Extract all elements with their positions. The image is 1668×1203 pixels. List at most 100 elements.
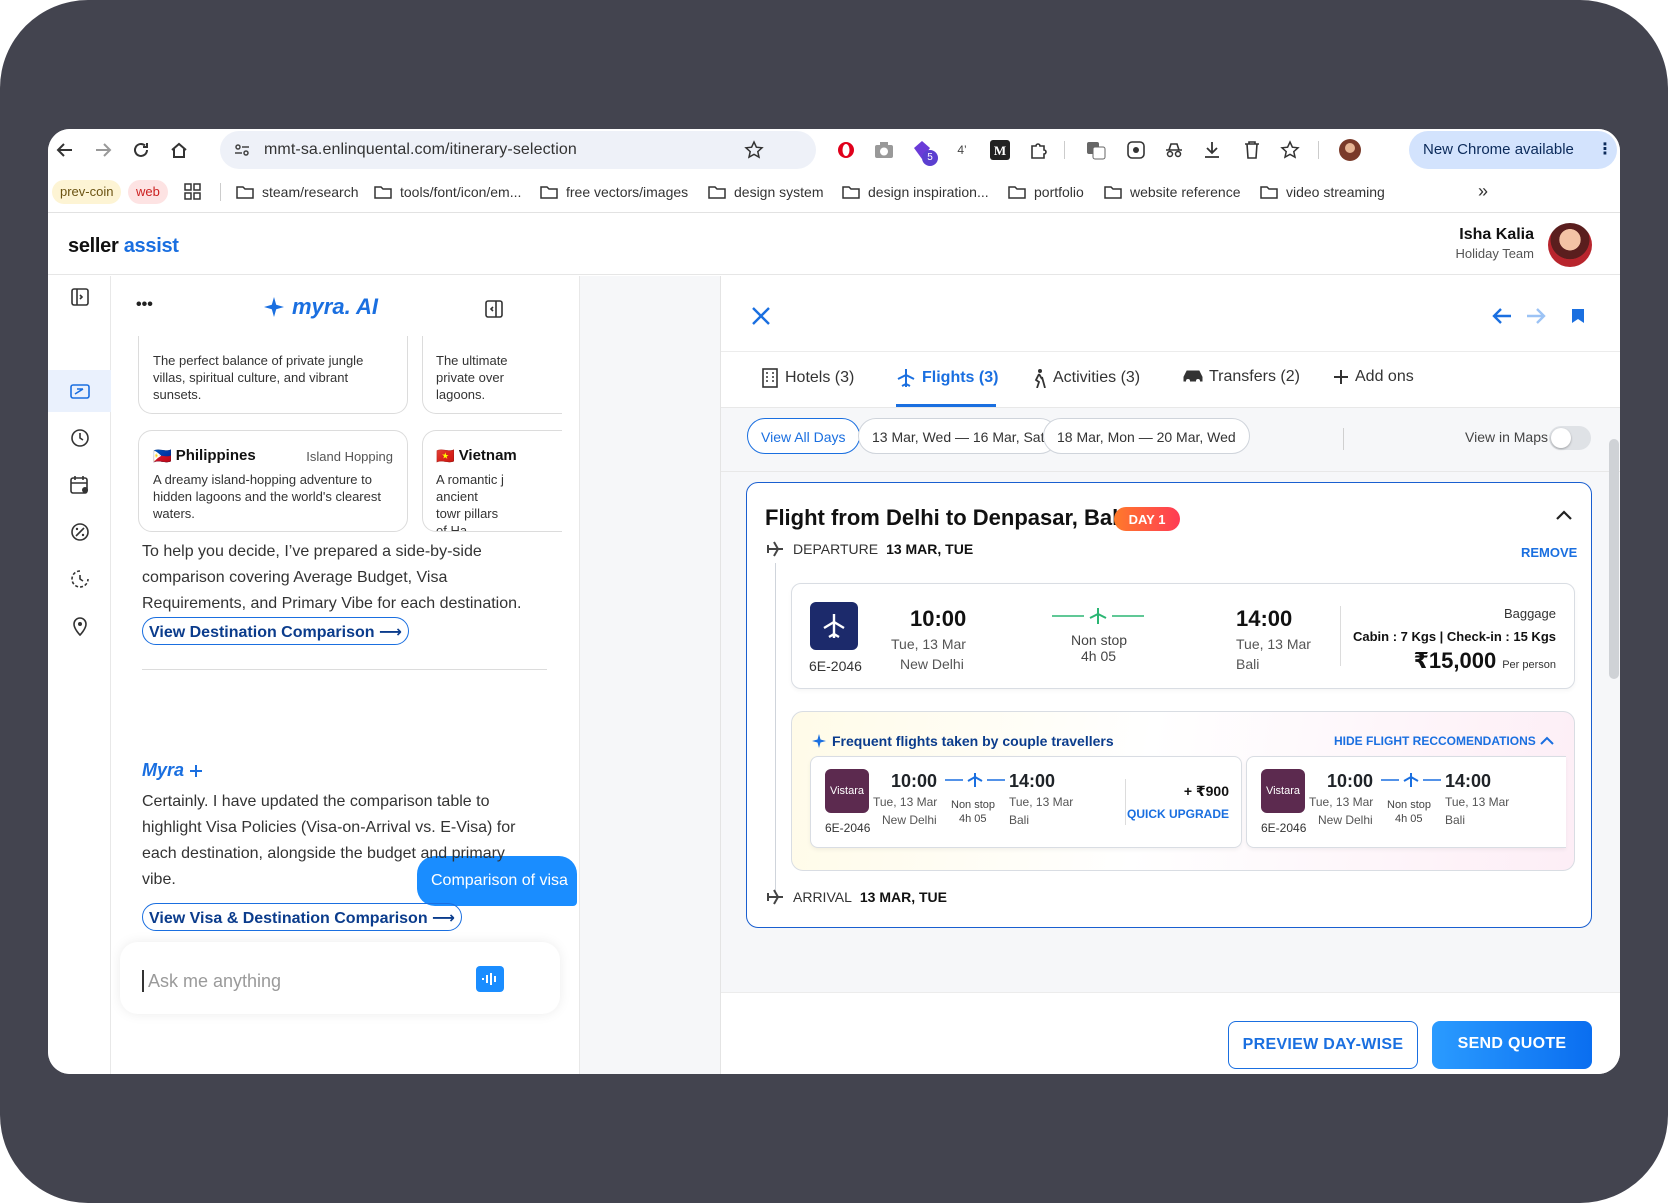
destination-title: 🇵🇭 Philippines — [153, 447, 256, 465]
site-settings-icon[interactable] — [234, 142, 250, 158]
trash-icon[interactable] — [1240, 138, 1264, 162]
flight-code: 6E-2046 — [825, 821, 871, 835]
itinerary-tabs: Hotels (3) Flights (3) Activities (3) Tr… — [721, 352, 1620, 408]
apps-grid-icon[interactable] — [184, 183, 202, 201]
tab-add-ons[interactable]: Add ons — [1333, 368, 1414, 386]
lens-icon[interactable] — [1124, 138, 1148, 162]
bookmark-folder[interactable]: steam/research — [236, 184, 358, 200]
tab-flights[interactable]: Flights (3) — [896, 368, 998, 388]
departure-time: 10:00 — [891, 771, 938, 791]
view-destination-comparison-link[interactable]: View Destination Comparison ⟶ — [142, 617, 409, 645]
destination-card[interactable]: The perfect balance of private jungle vi… — [138, 336, 408, 414]
day-badge: DAY 1 — [1114, 507, 1180, 531]
star-list-icon[interactable] — [1278, 138, 1302, 162]
camera-icon[interactable] — [872, 138, 896, 162]
puzzle-icon[interactable] — [1026, 138, 1050, 162]
chip-date-range[interactable]: 18 Mar, Mon — 20 Mar, Wed — [1043, 418, 1250, 454]
bookmark-icon[interactable] — [1571, 308, 1585, 324]
destination-title: 🇻🇳 Vietnam — [436, 447, 517, 465]
scrollbar-thumb[interactable] — [1609, 439, 1619, 679]
bookmark-divider — [220, 183, 221, 201]
destination-desc: A romantic j ancient towr pillars of Ha — [436, 472, 504, 532]
bookmark-folder[interactable]: design system — [708, 184, 823, 200]
user-avatar[interactable] — [1548, 223, 1592, 267]
destination-card-philippines[interactable]: 🇵🇭 Philippines Island Hopping A dreamy is… — [138, 430, 408, 532]
bookmarks-overflow-icon[interactable]: » — [1478, 181, 1488, 202]
expand-sidebar-icon[interactable] — [48, 276, 111, 318]
download-icon[interactable] — [1200, 138, 1224, 162]
bookmark-tag-prev-coin[interactable]: prev-coin — [52, 180, 122, 204]
calendar-icon[interactable] — [48, 464, 111, 506]
new-chrome-button[interactable]: New Chrome available ⋮ — [1409, 131, 1617, 169]
activity-icon[interactable] — [48, 558, 111, 600]
hide-recommendations-button[interactable]: HIDE FLIGHT RECCOMENDATIONS — [1334, 734, 1554, 748]
itinerary-icon[interactable] — [48, 370, 111, 412]
recommended-flight-card[interactable]: Vistara 6E-2046 10:00 Tue, 13 Mar New De… — [1246, 756, 1566, 848]
flight-recommendations: Frequent flights taken by couple travell… — [791, 711, 1575, 871]
medium-icon[interactable]: M — [988, 138, 1012, 162]
arrival-time: 14:00 — [1009, 771, 1056, 791]
bookmark-folder[interactable]: tools/font/icon/em... — [374, 184, 521, 200]
selected-flight-row[interactable]: 6E-2046 10:00 Tue, 13 Mar New Delhi Non … — [791, 583, 1575, 689]
bookmark-folder[interactable]: design inspiration... — [842, 184, 989, 200]
bookmark-folder[interactable]: website reference — [1104, 184, 1241, 200]
flight-code: 6E-2046 — [809, 658, 862, 674]
address-bar[interactable]: mmt-sa.enlinquental.com/itinerary-select… — [220, 131, 816, 169]
forward-icon[interactable] — [90, 137, 116, 163]
preview-day-wise-button[interactable]: PREVIEW DAY-WISE — [1228, 1021, 1418, 1069]
tab-transfers[interactable]: Transfers (2) — [1183, 368, 1300, 386]
extension-gem-icon[interactable]: 5 — [910, 138, 938, 166]
bookmark-tag-web[interactable]: web — [128, 180, 168, 204]
tab-activities[interactable]: Activities (3) — [1031, 368, 1140, 388]
view-visa-comparison-link[interactable]: View Visa & Destination Comparison ⟶ — [142, 903, 462, 931]
destination-card[interactable]: The ultimate private over lagoons. — [422, 336, 562, 414]
chat-menu-icon[interactable]: ••• — [136, 296, 153, 314]
chevron-up-icon[interactable] — [1555, 509, 1573, 521]
view-in-maps-label: View in Maps — [1465, 429, 1549, 445]
bookmark-folder[interactable]: free vectors/images — [540, 184, 688, 200]
opera-icon[interactable] — [834, 138, 858, 162]
destination-card-vietnam[interactable]: 🇻🇳 Vietnam A romantic j ancient towr pill… — [422, 430, 562, 532]
folder-icon — [1260, 186, 1278, 199]
bookmark-folder[interactable]: video streaming — [1260, 184, 1385, 200]
location-icon[interactable] — [48, 605, 111, 647]
incognito-icon[interactable] — [1162, 138, 1186, 162]
seller-assist-logo[interactable]: seller assist — [68, 235, 179, 258]
folder-icon — [236, 186, 254, 199]
forward-arrow-icon[interactable] — [1525, 306, 1547, 326]
voice-input-icon[interactable] — [476, 966, 504, 992]
arrival-row: ARRIVAL 13 MAR, TUE — [765, 887, 947, 907]
recommended-flight-card[interactable]: Vistara 6E-2046 10:00 Tue, 13 Mar New De… — [810, 756, 1242, 848]
home-icon[interactable] — [166, 137, 192, 163]
url-text[interactable]: mmt-sa.enlinquental.com/itinerary-select… — [264, 141, 577, 159]
sparkle-icon — [190, 764, 203, 777]
reload-icon[interactable] — [128, 137, 154, 163]
chat-input[interactable]: Ask me anything — [148, 971, 281, 992]
bookmarks-bar: prev-coin web steam/research tools/font/… — [48, 171, 1620, 213]
tab-hotels[interactable]: Hotels (3) — [761, 368, 854, 388]
send-quote-button[interactable]: SEND QUOTE — [1432, 1021, 1592, 1069]
view-in-maps-toggle[interactable] — [1549, 426, 1591, 450]
remove-button[interactable]: REMOVE — [1521, 545, 1577, 560]
departure-date: 13 MAR, TUE — [886, 541, 974, 557]
profile-avatar[interactable] — [1338, 138, 1362, 162]
quick-upgrade-button[interactable]: QUICK UPGRADE — [1127, 807, 1229, 821]
extension-text-icon[interactable]: 4’ — [950, 138, 974, 162]
kebab-menu-icon[interactable]: ⋮ — [1597, 139, 1613, 159]
back-arrow-icon[interactable] — [1491, 306, 1513, 326]
close-icon[interactable] — [751, 306, 771, 326]
chat-input-box[interactable]: Ask me anything — [120, 942, 560, 1014]
translate-icon[interactable] — [1084, 138, 1108, 162]
bot-message: Certainly. I have updated the comparison… — [142, 793, 516, 888]
chip-view-all-days[interactable]: View All Days — [747, 418, 860, 454]
folder-icon — [708, 186, 726, 199]
chip-date-range[interactable]: 13 Mar, Wed — 16 Mar, Sat — [858, 418, 1059, 454]
bookmark-folder[interactable]: portfolio — [1008, 184, 1084, 200]
arrival-date: 13 MAR, TUE — [859, 889, 947, 905]
discount-icon[interactable] — [48, 511, 111, 553]
history-icon[interactable] — [48, 417, 111, 459]
route-line — [1052, 606, 1144, 626]
back-icon[interactable] — [52, 137, 78, 163]
collapse-chat-icon[interactable] — [485, 300, 503, 318]
bookmark-star-icon[interactable] — [744, 140, 764, 160]
